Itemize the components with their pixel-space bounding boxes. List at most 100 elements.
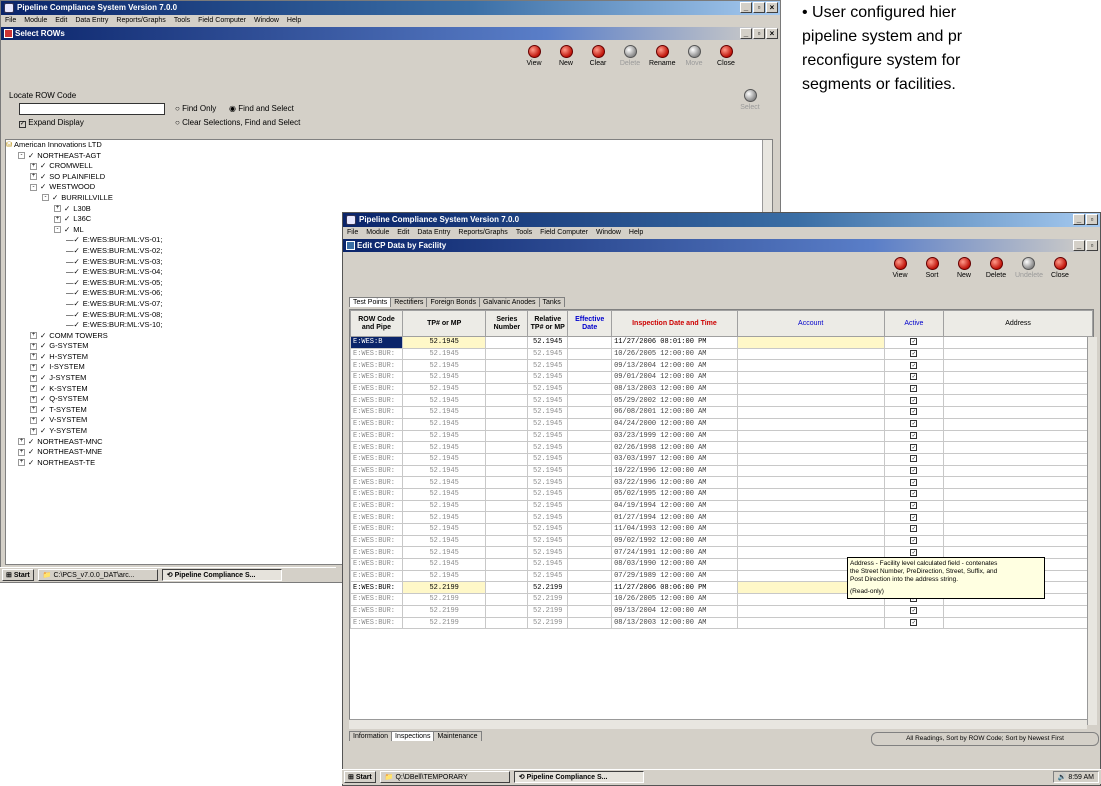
effective-date-cell[interactable]	[567, 336, 613, 349]
series-cell[interactable]	[485, 464, 529, 478]
effective-date-cell[interactable]	[567, 558, 613, 571]
taskbar-pcs-item[interactable]: ⟲ Pipeline Compliance S...	[513, 771, 644, 783]
account-cell[interactable]	[736, 429, 885, 443]
row-code-cell[interactable]: E:WES:BUR:	[350, 476, 403, 489]
active-checkbox[interactable]: ✓	[910, 396, 918, 404]
address-cell[interactable]	[943, 382, 1093, 396]
inspection-date-cell[interactable]: 04/24/2000 12:00:00 AM	[611, 417, 738, 431]
menu-data-entry[interactable]: Data Entry	[75, 15, 108, 27]
delete-button[interactable]: Delete	[983, 257, 1009, 279]
grid-vscrollbar[interactable]	[1087, 337, 1097, 725]
address-cell[interactable]	[943, 511, 1093, 524]
address-cell[interactable]	[943, 523, 1093, 536]
active-checkbox[interactable]: ✓	[910, 490, 918, 498]
tp-cell[interactable]: 52.1945	[401, 452, 487, 466]
account-cell[interactable]	[736, 534, 885, 548]
menu-module[interactable]: Module	[24, 15, 47, 27]
account-cell[interactable]	[736, 371, 885, 384]
series-cell[interactable]	[485, 382, 529, 396]
table-row[interactable]: E:WES:BUR: 52.2199 52.2199 08/13/2003 12:00…	[350, 616, 1093, 630]
table-row[interactable]: E:WES:BUR: 52.1945 52.1945 04/24/2000 12:00…	[350, 417, 1093, 431]
effective-date-cell[interactable]	[567, 511, 613, 524]
active-checkbox[interactable]: ✓	[910, 373, 918, 381]
close-button[interactable]: ×	[766, 2, 778, 13]
menu-tools[interactable]: Tools	[174, 15, 190, 27]
effective-date-cell[interactable]	[567, 569, 613, 583]
table-row[interactable]: E:WES:BUR: 52.1945 52.1945 02/26/1998 12:00…	[350, 441, 1093, 454]
sub-restore-button[interactable]: ▫	[753, 28, 765, 39]
inspection-date-cell[interactable]: 03/22/1996 12:00:00 AM	[611, 476, 738, 489]
relative-tp-cell[interactable]: 52.1945	[527, 511, 569, 524]
tree-node[interactable]: - ✓ BURRILLVILLE	[6, 193, 772, 204]
active-checkbox[interactable]: ✓	[910, 501, 918, 509]
row-code-cell[interactable]: E:WES:B	[350, 336, 403, 349]
table-row[interactable]: E:WES:BUR: 52.1945 52.1945 03/23/1999 12:00…	[350, 429, 1093, 443]
series-cell[interactable]	[485, 371, 529, 384]
row-code-cell[interactable]: E:WES:BUR:	[350, 464, 403, 478]
effective-date-cell[interactable]	[567, 616, 613, 630]
relative-tp-cell[interactable]: 52.1945	[527, 499, 569, 513]
series-cell[interactable]	[485, 487, 529, 501]
series-cell[interactable]	[485, 523, 529, 536]
column-header-relative-tp-or-mp[interactable]: Relative TP# or MP	[527, 310, 569, 337]
minimize-button[interactable]: _	[740, 2, 752, 13]
column-header-account[interactable]: Account	[736, 310, 885, 337]
inspection-date-cell[interactable]: 09/13/2004 12:00:00 AM	[611, 359, 738, 373]
tp-cell[interactable]: 52.1945	[401, 382, 487, 396]
active-checkbox[interactable]: ✓	[910, 537, 918, 545]
restore-button[interactable]: ▫	[1086, 214, 1098, 225]
tab-rectifiers[interactable]: Rectifiers	[390, 297, 428, 307]
table-row[interactable]: E:WES:BUR: 52.1945 52.1945 11/04/1993 12:00…	[350, 523, 1093, 536]
row-code-cell[interactable]: E:WES:BUR:	[350, 534, 403, 548]
inspection-date-cell[interactable]: 03/23/1999 12:00:00 AM	[611, 429, 738, 443]
collapse-icon[interactable]: -	[18, 152, 25, 160]
inspection-date-cell[interactable]: 10/26/2005 12:00:00 AM	[611, 347, 738, 361]
tree-node[interactable]: - ✓ NORTHEAST-AGT	[6, 151, 772, 162]
account-cell[interactable]	[736, 476, 885, 489]
row-code-cell[interactable]: E:WES:BUR:	[350, 558, 403, 571]
relative-tp-cell[interactable]: 52.1945	[527, 417, 569, 431]
series-cell[interactable]	[485, 499, 529, 513]
account-cell[interactable]	[736, 523, 885, 536]
active-cell[interactable]: ✓	[883, 441, 945, 454]
inspection-date-cell[interactable]: 07/24/1991 12:00:00 AM	[611, 546, 738, 560]
active-checkbox[interactable]: ✓	[910, 338, 918, 346]
relative-tp-cell[interactable]: 52.1945	[527, 382, 569, 396]
inspection-date-cell[interactable]: 02/26/1998 12:00:00 AM	[611, 441, 738, 454]
row-code-cell[interactable]: E:WES:BUR:	[350, 523, 403, 536]
expand-icon[interactable]: +	[18, 459, 25, 467]
row-code-cell[interactable]: E:WES:BUR:	[350, 429, 403, 443]
tp-cell[interactable]: 52.1945	[401, 441, 487, 454]
address-cell[interactable]	[943, 499, 1093, 513]
tab-inspections[interactable]: Inspections	[391, 731, 435, 741]
active-checkbox[interactable]: ✓	[910, 431, 918, 439]
row-code-cell[interactable]: E:WES:BUR:	[350, 417, 403, 431]
rename-button[interactable]: Rename	[649, 45, 675, 67]
series-cell[interactable]	[485, 604, 529, 618]
sub-minimize-button[interactable]: _	[740, 28, 752, 39]
expand-icon[interactable]: +	[30, 374, 37, 382]
expand-icon[interactable]: +	[30, 427, 37, 435]
series-cell[interactable]	[485, 476, 529, 489]
address-cell[interactable]	[943, 452, 1093, 466]
active-checkbox[interactable]: ✓	[910, 478, 918, 486]
account-cell[interactable]	[736, 511, 885, 524]
table-row[interactable]: E:WES:BUR: 52.1945 52.1945 09/01/2004 12:00…	[350, 371, 1093, 384]
series-cell[interactable]	[485, 394, 529, 408]
inspection-date-cell[interactable]: 05/02/1995 12:00:00 AM	[611, 487, 738, 501]
column-header-active[interactable]: Active	[883, 310, 945, 337]
row-code-cell[interactable]: E:WES:BUR:	[350, 511, 403, 524]
tp-cell[interactable]: 52.1945	[401, 523, 487, 536]
inspection-date-cell[interactable]: 09/02/1992 12:00:00 AM	[611, 534, 738, 548]
close-button[interactable]: Close	[713, 45, 739, 67]
inspection-date-cell[interactable]: 04/19/1994 12:00:00 AM	[611, 499, 738, 513]
table-row[interactable]: E:WES:BUR: 52.1945 52.1945 06/08/2001 12:00…	[350, 406, 1093, 419]
menu-file[interactable]: File	[347, 227, 358, 239]
menu-edit[interactable]: Edit	[397, 227, 409, 239]
clear-button[interactable]: Clear	[585, 45, 611, 67]
tab-galvanic-anodes[interactable]: Galvanic Anodes	[478, 297, 540, 307]
tp-cell[interactable]: 52.2199	[401, 616, 487, 630]
menu-module[interactable]: Module	[366, 227, 389, 239]
inspection-date-cell[interactable]: 11/27/2006 08:01:00 PM	[611, 336, 738, 349]
active-checkbox[interactable]: ✓	[910, 548, 918, 556]
